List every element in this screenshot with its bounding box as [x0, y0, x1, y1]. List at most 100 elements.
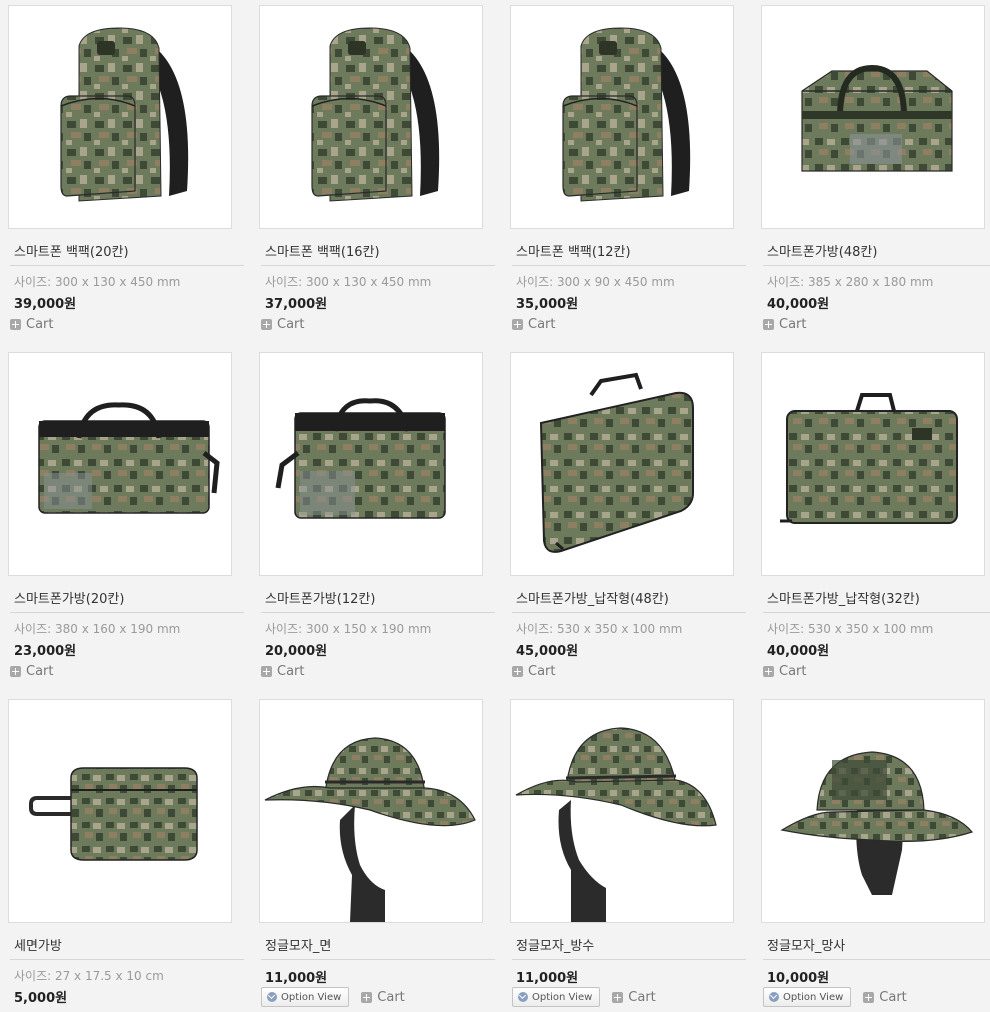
- product-price: 11,000원: [265, 971, 328, 986]
- product-grid: 스마트폰 백팩(20칸) 사이즈: 300 x 130 x 450 mm 39,…: [0, 0, 990, 1012]
- plus-icon: [10, 665, 21, 677]
- divider: [512, 612, 746, 613]
- product-image-duffel-bag[interactable]: [8, 352, 232, 576]
- cart-label: Cart: [377, 989, 405, 1005]
- cart-label: Cart: [779, 663, 807, 679]
- cart-label: Cart: [528, 316, 556, 332]
- product-image-duffel-bag[interactable]: [259, 352, 483, 576]
- boonie-hat-image: [515, 727, 717, 922]
- plus-icon: [261, 318, 272, 330]
- product-name[interactable]: 정글모자_방수: [516, 935, 594, 954]
- chevron-down-icon: [518, 992, 528, 1002]
- duffel-bag-image: [38, 402, 220, 514]
- backpack-image: [60, 27, 189, 202]
- add-to-cart-button[interactable]: Cart: [612, 990, 656, 1005]
- divider: [261, 959, 495, 960]
- product-name[interactable]: 스마트폰가방(12칸): [265, 588, 375, 607]
- product-image-flat-case[interactable]: [761, 352, 985, 576]
- product-name[interactable]: 정글모자_망사: [767, 935, 845, 954]
- product-image-boonie-hat[interactable]: [510, 699, 734, 923]
- divider: [763, 265, 990, 266]
- option-view-button[interactable]: Option View: [512, 987, 601, 1007]
- divider: [763, 612, 990, 613]
- product-image-boonie-hat[interactable]: [761, 699, 985, 923]
- product-image-box-bag[interactable]: [761, 5, 985, 229]
- product-name[interactable]: 스마트폰 백팩(12칸): [516, 241, 631, 260]
- product-price: 11,000원: [516, 971, 579, 986]
- product-image-backpack[interactable]: [510, 5, 734, 229]
- product-name[interactable]: 스마트폰가방(48칸): [767, 241, 877, 260]
- product-name[interactable]: 세면가방: [14, 935, 62, 954]
- add-to-cart-button[interactable]: Cart: [261, 664, 305, 679]
- product-image-backpack[interactable]: [259, 5, 483, 229]
- divider: [10, 612, 244, 613]
- product-name[interactable]: 스마트폰 백팩(20칸): [14, 241, 129, 260]
- add-to-cart-button[interactable]: Cart: [763, 317, 807, 332]
- add-to-cart-button[interactable]: Cart: [863, 990, 907, 1005]
- product-name[interactable]: 스마트폰가방(20칸): [14, 588, 124, 607]
- product-size: 사이즈: 300 x 130 x 450 mm: [265, 275, 432, 289]
- product-price: 10,000원: [767, 971, 830, 986]
- product-size: 사이즈: 300 x 130 x 450 mm: [14, 275, 181, 289]
- product-actions: Cart: [763, 316, 807, 332]
- product-size: 사이즈: 300 x 150 x 190 mm: [265, 622, 432, 636]
- product-actions: Cart: [261, 316, 305, 332]
- product-actions: Option View Cart: [261, 987, 405, 1007]
- boonie-hat-image: [780, 751, 974, 895]
- add-to-cart-button[interactable]: Cart: [512, 664, 556, 679]
- cart-label: Cart: [26, 316, 54, 332]
- backpack-image: [562, 27, 691, 202]
- product-name[interactable]: 스마트폰가방_납작형(32칸): [767, 588, 920, 607]
- product-name[interactable]: 스마트폰가방_납작형(48칸): [516, 588, 669, 607]
- flat-case-image: [539, 372, 694, 553]
- divider: [10, 265, 244, 266]
- product-size: 사이즈: 530 x 350 x 100 mm: [516, 622, 683, 636]
- divider: [512, 265, 746, 266]
- add-to-cart-button[interactable]: Cart: [261, 317, 305, 332]
- product-size: 사이즈: 380 x 160 x 190 mm: [14, 622, 181, 636]
- product-actions: Cart: [261, 663, 305, 679]
- divider: [512, 959, 746, 960]
- option-view-button[interactable]: Option View: [763, 987, 852, 1007]
- product-image-boonie-hat[interactable]: [259, 699, 483, 923]
- product-name[interactable]: 정글모자_면: [265, 935, 331, 954]
- plus-icon: [512, 665, 523, 677]
- plus-icon: [763, 665, 774, 677]
- product-price: 37,000원: [265, 297, 328, 312]
- product-price: 40,000원: [767, 644, 830, 659]
- product-price: 23,000원: [14, 644, 77, 659]
- product-actions: Option View Cart: [512, 987, 656, 1007]
- divider: [261, 265, 495, 266]
- add-to-cart-button[interactable]: Cart: [10, 664, 54, 679]
- product-price: 5,000원: [14, 991, 68, 1006]
- product-actions: Cart: [763, 663, 807, 679]
- cart-label: Cart: [277, 316, 305, 332]
- plus-icon: [10, 318, 21, 330]
- option-view-label: Option View: [783, 991, 844, 1003]
- add-to-cart-button[interactable]: Cart: [361, 990, 405, 1005]
- cart-label: Cart: [277, 663, 305, 679]
- product-image-pouch[interactable]: [8, 699, 232, 923]
- product-size: 사이즈: 530 x 350 x 100 mm: [767, 622, 934, 636]
- plus-icon: [763, 318, 774, 330]
- pouch-image: [29, 767, 198, 861]
- chevron-down-icon: [769, 992, 779, 1002]
- chevron-down-icon: [267, 992, 277, 1002]
- plus-icon: [361, 991, 373, 1003]
- add-to-cart-button[interactable]: Cart: [763, 664, 807, 679]
- product-image-backpack[interactable]: [8, 5, 232, 229]
- product-actions: Cart: [512, 316, 556, 332]
- box-bag-image: [801, 64, 953, 172]
- add-to-cart-button[interactable]: Cart: [512, 317, 556, 332]
- option-view-label: Option View: [281, 991, 342, 1003]
- product-name[interactable]: 스마트폰 백팩(16칸): [265, 241, 380, 260]
- product-actions: Cart: [10, 663, 54, 679]
- plus-icon: [863, 991, 875, 1003]
- add-to-cart-button[interactable]: Cart: [10, 317, 54, 332]
- cart-label: Cart: [628, 989, 656, 1005]
- cart-label: Cart: [26, 663, 54, 679]
- option-view-label: Option View: [532, 991, 593, 1003]
- option-view-button[interactable]: Option View: [261, 987, 350, 1007]
- product-image-flat-case[interactable]: [510, 352, 734, 576]
- flat-case-image: [780, 393, 958, 524]
